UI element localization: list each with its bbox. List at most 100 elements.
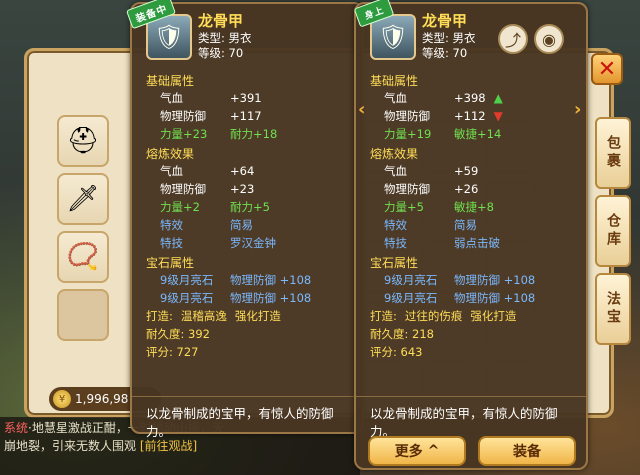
chevron-left-icon: ‹ — [358, 99, 366, 120]
score-row: 评分: 643 — [370, 345, 423, 359]
arrow-up-icon: ▲ — [493, 91, 503, 105]
stat-key: 物理防御 — [384, 109, 430, 123]
stat-row: 气血 +391 — [146, 89, 348, 107]
more-button-label: 更多 — [394, 444, 423, 460]
stat-row: 力量+19 敏捷+14 — [370, 125, 572, 143]
stat-key: 特效 — [384, 218, 407, 232]
arrow-down-icon: ▼ — [493, 109, 503, 123]
item-name: 龙骨甲 — [422, 12, 468, 30]
stat-key: 力量+2 — [160, 200, 200, 214]
basic-attr-title: 基础属性 — [370, 74, 419, 88]
forge-type: 强化打造 — [234, 309, 281, 323]
view-button[interactable]: ◉ — [534, 24, 564, 54]
stat-value: +112 — [454, 109, 486, 123]
share-icon: ⤴ — [504, 31, 521, 50]
stat-value: 物理防御 +108 — [230, 291, 312, 305]
stat-key: 气血 — [160, 91, 183, 105]
forge-maker: 过往的伤痕 — [404, 309, 463, 323]
stat-value: 物理防御 +108 — [454, 273, 536, 287]
item-level: 等级: 70 — [198, 46, 244, 60]
system-label: 系统 — [4, 421, 29, 435]
forge-row: 打造: 过往的伤痕 强化打造 — [370, 307, 572, 325]
stat-row: 力量+2 耐力+5 — [146, 198, 348, 216]
stat-key: 9级月亮石 — [384, 273, 438, 287]
coin-icon: ¥ — [53, 390, 71, 408]
stat-key: 物理防御 — [160, 109, 206, 123]
stat-row: 气血 +398 ▲ — [370, 89, 572, 107]
item-type: 类型: 男衣 — [198, 31, 252, 45]
refine-title: 熔炼效果 — [370, 147, 419, 161]
eye-icon: ◉ — [542, 29, 556, 49]
stat-value: 物理防御 +108 — [230, 273, 312, 287]
stat-row: 特技 弱点击破 — [370, 234, 572, 252]
stat-key: 力量+5 — [384, 200, 424, 214]
forge-type: 强化打造 — [470, 309, 517, 323]
weapon-slot[interactable]: 🗡 — [57, 173, 109, 225]
refine-title: 熔炼效果 — [146, 147, 195, 161]
stat-value: 简易 — [454, 218, 477, 232]
stat-value: 敏捷+8 — [454, 200, 494, 214]
stat-row: 9级月亮石 物理防御 +108 — [370, 271, 572, 289]
durability-row: 耐久度: 218 — [370, 327, 434, 341]
item-name: 龙骨甲 — [198, 12, 244, 30]
stat-value: +117 — [230, 109, 262, 123]
basic-attr-title: 基础属性 — [146, 74, 195, 88]
helmet-slot[interactable]: ⛑ — [57, 115, 109, 167]
equipped-item-tooltip: 🛡 装备中 龙骨甲 类型: 男衣 等级: 70 基础属性 气血 +391 物理防御… — [125, 0, 364, 439]
stat-row: 物理防御 +26 — [370, 180, 572, 198]
stat-row: 9级月亮石 物理防御 +108 — [146, 271, 348, 289]
stat-value: 物理防御 +108 — [454, 291, 536, 305]
tooltip-header: 🛡 身上 龙骨甲 类型: 男衣 等级: 70 ⤴ ◉ — [353, 0, 586, 66]
necklace-slot[interactable]: 📿 — [57, 231, 109, 283]
prev-item-arrow[interactable]: ‹ — [358, 99, 372, 120]
stat-key: 气血 — [384, 91, 407, 105]
stat-value: +64 — [230, 164, 255, 178]
tooltip-header: 🛡 装备中 龙骨甲 类型: 男衣 等级: 70 — [125, 0, 362, 66]
chat-text: 崩地裂，引来无数人围观 — [4, 439, 137, 453]
stat-value: +26 — [454, 182, 479, 196]
score-row: 评分: 727 — [146, 345, 199, 359]
helmet-icon: ⛑ — [66, 126, 100, 156]
stat-value: 罗汉金钟 — [230, 236, 276, 250]
stat-value: 敏捷+14 — [454, 127, 502, 141]
stat-key: 物理防御 — [160, 182, 206, 196]
stat-row: 物理防御 +117 — [146, 107, 348, 125]
stat-key: 气血 — [160, 164, 183, 178]
close-icon: ✕ — [597, 56, 617, 82]
tab-bag[interactable]: 包裹 — [595, 117, 631, 189]
stat-key: 9级月亮石 — [160, 291, 214, 305]
compare-item-tooltip: 🛡 身上 龙骨甲 类型: 男衣 等级: 70 ⤴ ◉ ‹ › 基础属性 气血 +3… — [353, 0, 588, 470]
item-description: 以龙骨制成的宝甲，有惊人的防御力。 — [132, 396, 362, 449]
share-button[interactable]: ⤴ — [498, 24, 528, 54]
forge-label: 打造: — [146, 309, 173, 323]
item-level: 等级: 70 — [422, 46, 468, 60]
stat-value: 简易 — [230, 218, 253, 232]
stat-key: 物理防御 — [384, 182, 430, 196]
tab-treasure[interactable]: 法宝 — [595, 273, 631, 345]
stat-row: 力量+5 敏捷+8 — [370, 198, 572, 216]
stat-key: 力量+19 — [384, 127, 432, 141]
gem-title: 宝石属性 — [146, 256, 195, 270]
forge-maker: 温稽高逸 — [180, 309, 227, 323]
chevron-right-icon: › — [574, 99, 582, 120]
stat-key: 特技 — [384, 236, 407, 250]
more-button[interactable]: 更多 ^ — [368, 436, 466, 466]
stat-key: 气血 — [384, 164, 407, 178]
equipment-slots: ⛑ 🗡 📿 — [57, 115, 113, 341]
equip-button[interactable]: 装备 — [478, 436, 576, 466]
stat-value: 耐力+5 — [230, 200, 270, 214]
stat-value: +23 — [230, 182, 255, 196]
empty-slot[interactable] — [57, 289, 109, 341]
armor-icon: 🛡 — [153, 23, 185, 51]
close-button[interactable]: ✕ — [591, 53, 623, 85]
durability-row: 耐久度: 392 — [146, 327, 210, 341]
stat-row: 特技 罗汉金钟 — [146, 234, 348, 252]
tab-warehouse[interactable]: 仓库 — [595, 195, 631, 267]
next-item-arrow[interactable]: › — [574, 99, 588, 120]
stat-row: 物理防御 +23 — [146, 180, 348, 198]
stat-row: 气血 +64 — [146, 162, 348, 180]
stat-row: 气血 +59 — [370, 162, 572, 180]
stat-row: 特效 简易 — [370, 216, 572, 234]
item-type: 类型: 男衣 — [422, 31, 476, 45]
stat-row: 9级月亮石 物理防御 +108 — [370, 289, 572, 307]
